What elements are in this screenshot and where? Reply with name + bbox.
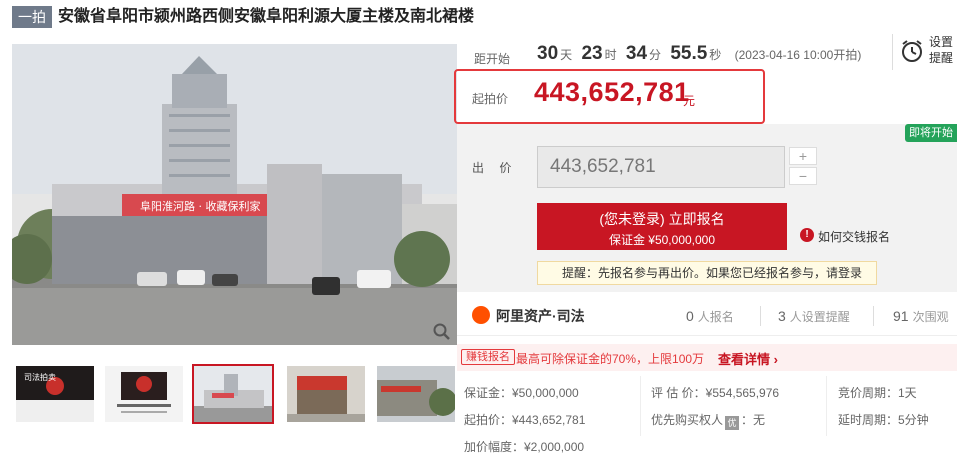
countdown-days: 30 [537, 43, 559, 64]
register-button[interactable]: (您未登录) 立即报名 保证金 ¥50,000,000 [537, 203, 787, 250]
appraisal-info: 评 估 价：¥554,565,976 [651, 386, 780, 400]
thumbnail-building-side[interactable] [377, 366, 455, 422]
decrease-bid-button[interactable]: − [789, 167, 817, 185]
start-price-label: 起拍价 [472, 92, 509, 106]
start-price-value: 443,652,781 [534, 77, 690, 107]
thumbnail-court-notice-1[interactable]: 司法拍卖 [16, 366, 94, 422]
priority-buyer-value: ：无 [741, 413, 766, 427]
bid-label: 出 价 [472, 161, 518, 175]
deposit-info: 保证金：¥50,000,000 [464, 386, 579, 400]
start-price-info: 起拍价：¥443,652,781 [464, 413, 586, 427]
status-badge: 即将开始 [905, 124, 957, 142]
set-reminder-button[interactable]: 设置 提醒 [929, 34, 953, 66]
countdown-timer: 30 天 23 时 34 分 55.5 秒 (2023-04-16 10:00开拍) [537, 43, 861, 65]
countdown-hours: 23 [581, 43, 603, 64]
thumbnail-street-shop[interactable] [287, 366, 365, 422]
auction-start-time: (2023-04-16 10:00开拍) [734, 48, 862, 62]
how-to-pay-link[interactable]: 如何交钱报名 [818, 228, 890, 245]
promo-text: 最高可除保证金的70%，上限100万 [516, 352, 705, 366]
thumbnail-court-notice-2[interactable] [105, 366, 183, 422]
thumbnail-building-front[interactable] [192, 364, 274, 424]
divider [873, 306, 874, 326]
promo-tag: 赚钱报名 [461, 349, 515, 365]
main-image-sign-text: 阜阳淮河路 · 收藏保利家 [140, 199, 261, 213]
countdown-seconds-unit: 秒 [709, 48, 722, 62]
priority-buyer-info: 优先购买权人优：无 [651, 411, 765, 430]
info-icon: ! [800, 228, 814, 242]
set-reminder-line2: 提醒 [929, 51, 954, 65]
main-property-image: 阜阳淮河路 · 收藏保利家 [12, 44, 457, 345]
platform-name: 阿里资产·司法 [496, 308, 585, 324]
countdown-hours-unit: 时 [604, 48, 617, 62]
login-tip-text: 提醒：先报名参与再出价。如果您已经报名参与，请登录 [562, 266, 863, 280]
countdown-days-unit: 天 [560, 48, 573, 62]
countdown-minutes: 34 [625, 43, 648, 64]
priority-buyer-label: 优先购买权人 [651, 413, 724, 427]
divider [760, 306, 761, 326]
reminder-count: 3 人设置提醒 [778, 308, 850, 325]
increase-bid-button[interactable]: + [789, 147, 817, 165]
signup-count-value: 0 [686, 308, 694, 324]
page-title: 安徽省阜阳市颍州路西侧安徽阜阳利源大厦主楼及南北裙楼 [58, 8, 475, 25]
countdown-seconds: 55.5 [670, 43, 708, 64]
set-reminder-line1: 设置 [929, 35, 954, 49]
view-count: 91 次围观 [893, 308, 949, 325]
bid-increment-info: 加价幅度：¥2,000,000 [464, 440, 585, 454]
login-tip: 提醒：先报名参与再出价。如果您已经报名参与，请登录 [537, 261, 877, 285]
register-button-label: (您未登录) 立即报名 [599, 211, 725, 227]
divider [892, 34, 893, 70]
countdown-minutes-unit: 分 [649, 48, 662, 62]
priority-icon: 优 [725, 416, 740, 430]
signup-count-label: 人报名 [697, 310, 734, 324]
thumbnail-1-title: 司法拍卖 [24, 372, 56, 382]
auction-type-tag: 一拍 [12, 6, 52, 28]
zoom-icon[interactable] [432, 322, 452, 342]
bid-amount-input[interactable]: 443,652,781 [537, 146, 785, 188]
reminder-count-label: 人设置提醒 [789, 310, 850, 324]
view-count-value: 91 [893, 308, 909, 324]
divider [826, 376, 827, 436]
delay-cycle-info: 延时周期：5分钟 [838, 413, 929, 427]
divider [640, 376, 641, 436]
promo-details-link[interactable]: 查看详情 › [718, 349, 778, 368]
view-count-label: 次围观 [912, 310, 949, 324]
register-button-deposit: 保证金 ¥50,000,000 [608, 233, 716, 247]
reminder-count-value: 3 [778, 308, 786, 324]
alarm-clock-icon[interactable] [899, 38, 925, 64]
bid-cycle-info: 竞价周期：1天 [838, 386, 917, 400]
ali-assets-logo-icon [472, 306, 490, 324]
signup-count: 0 人报名 [686, 308, 734, 325]
start-price-unit: 元 [683, 94, 696, 108]
countdown-label: 距开始 [474, 52, 511, 66]
